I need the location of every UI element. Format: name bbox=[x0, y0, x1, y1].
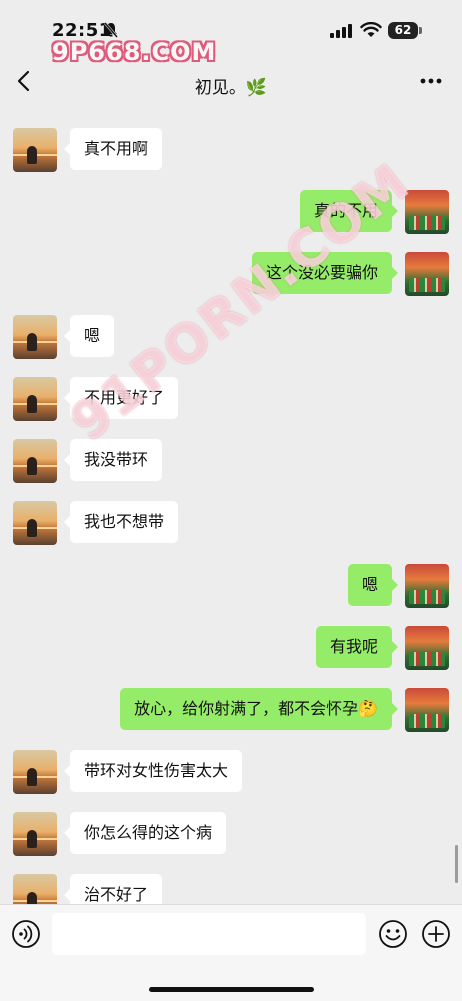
message-bubble-received[interactable]: 带环对女性伤害太大 bbox=[63, 750, 243, 792]
message-bubble-sent[interactable]: 这个没必要骗你 bbox=[251, 252, 399, 294]
message-bubble-sent[interactable]: 嗯 bbox=[347, 564, 399, 606]
contact-avatar[interactable] bbox=[13, 128, 57, 172]
message-row: 嗯 bbox=[0, 564, 462, 610]
message-row: 这个没必要骗你 bbox=[0, 252, 462, 298]
message-bubble-received[interactable]: 嗯 bbox=[63, 315, 115, 357]
message-row: 放心，给你射满了，都不会怀孕🤔 bbox=[0, 688, 462, 734]
chat-header: 初见。🌿 bbox=[0, 56, 462, 106]
message-row: 你怎么得的这个病 bbox=[0, 812, 462, 858]
plus-icon[interactable] bbox=[421, 919, 451, 949]
scrollbar[interactable] bbox=[455, 845, 458, 883]
my-avatar[interactable] bbox=[405, 626, 449, 670]
contact-avatar[interactable] bbox=[13, 439, 57, 483]
message-row: 有我呢 bbox=[0, 626, 462, 672]
message-row: 治不好了 bbox=[0, 874, 462, 904]
message-bubble-sent[interactable]: 有我呢 bbox=[315, 626, 399, 668]
message-row: 真不用啊 bbox=[0, 128, 462, 174]
contact-avatar[interactable] bbox=[13, 377, 57, 421]
message-row: 真的不用 bbox=[0, 190, 462, 236]
signal-icon bbox=[330, 24, 352, 38]
message-row: 不用更好了 bbox=[0, 377, 462, 423]
chat-title: 初见。🌿 bbox=[194, 78, 268, 98]
contact-avatar[interactable] bbox=[13, 812, 57, 856]
message-bubble-sent[interactable]: 真的不用 bbox=[299, 190, 399, 232]
my-avatar[interactable] bbox=[405, 688, 449, 732]
message-input[interactable] bbox=[52, 913, 366, 955]
bell-muted-icon bbox=[104, 22, 118, 38]
battery-indicator: 62 bbox=[388, 22, 418, 39]
message-bubble-sent[interactable]: 放心，给你射满了，都不会怀孕🤔 bbox=[120, 688, 398, 730]
battery-tip bbox=[419, 27, 422, 34]
contact-avatar[interactable] bbox=[13, 315, 57, 359]
message-row: 我也不想带 bbox=[0, 501, 462, 547]
message-row: 嗯 bbox=[0, 315, 462, 361]
voice-icon[interactable] bbox=[11, 919, 41, 949]
message-bubble-received[interactable]: 我也不想带 bbox=[63, 501, 179, 543]
contact-avatar[interactable] bbox=[13, 501, 57, 545]
message-bubble-received[interactable]: 我没带环 bbox=[63, 439, 163, 481]
message-bubble-received[interactable]: 不用更好了 bbox=[63, 377, 179, 419]
input-bar bbox=[0, 904, 462, 1001]
wifi-icon bbox=[360, 22, 382, 37]
my-avatar[interactable] bbox=[405, 190, 449, 234]
emoji-icon[interactable] bbox=[378, 919, 408, 949]
status-bar: 22:51 9P668.COM 62 bbox=[0, 0, 462, 66]
message-bubble-received[interactable]: 治不好了 bbox=[63, 874, 163, 904]
message-bubble-received[interactable]: 真不用啊 bbox=[63, 128, 163, 170]
message-list[interactable]: 真不用啊 真的不用 这个没必要骗你 嗯 不用更好了 我没带环 我也不想带 嗯 有… bbox=[0, 106, 462, 904]
contact-avatar[interactable] bbox=[13, 750, 57, 794]
more-dots-icon[interactable] bbox=[418, 70, 444, 92]
message-row: 我没带环 bbox=[0, 439, 462, 485]
my-avatar[interactable] bbox=[405, 564, 449, 608]
home-indicator bbox=[149, 987, 314, 992]
message-row: 带环对女性伤害太大 bbox=[0, 750, 462, 796]
message-bubble-received[interactable]: 你怎么得的这个病 bbox=[63, 812, 227, 854]
my-avatar[interactable] bbox=[405, 252, 449, 296]
contact-avatar[interactable] bbox=[13, 874, 57, 904]
